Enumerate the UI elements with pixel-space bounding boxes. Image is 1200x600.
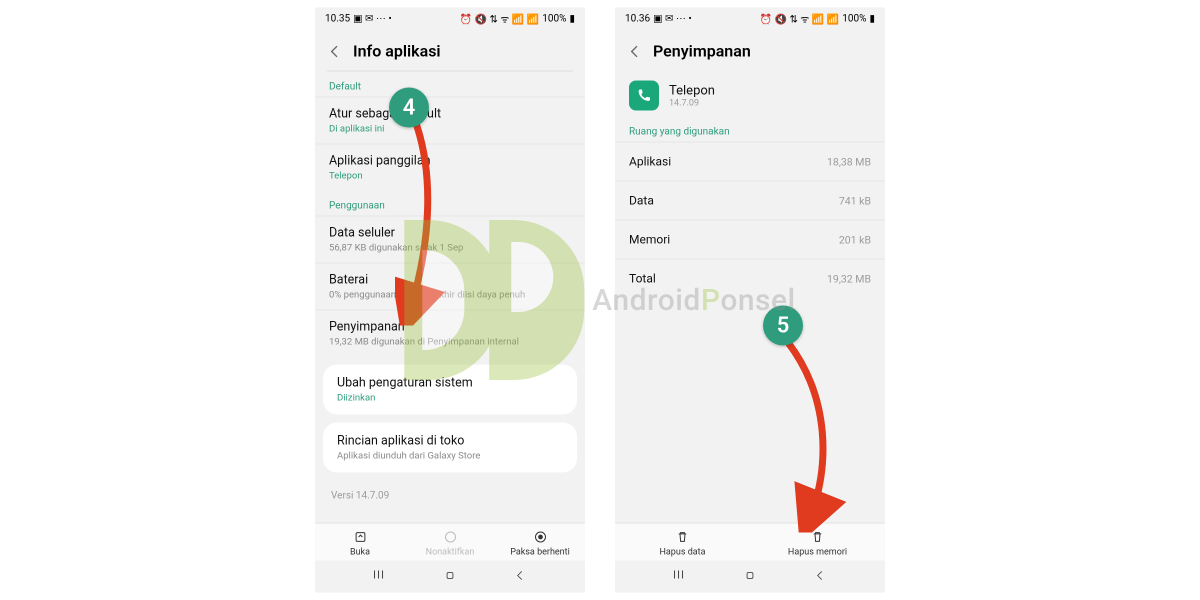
- action-bar: Buka Nonaktifkan Paksa berhenti: [315, 523, 585, 561]
- row-storage[interactable]: Penyimpanan 19,32 MB digunakan di Penyim…: [315, 310, 585, 357]
- nav-back-icon[interactable]: [813, 569, 827, 583]
- status-time: 10.35: [325, 13, 350, 24]
- nav-recents-icon[interactable]: III: [673, 569, 687, 583]
- status-notif-icons: ▣ ✉ ⋯ •: [653, 13, 692, 24]
- status-battery-pct: 100%: [542, 13, 566, 24]
- status-system-icons: ⏰ 🔇 ⇅ ᯤ 📶 📶: [460, 12, 540, 26]
- page-title: Info aplikasi: [353, 42, 441, 61]
- section-default: Default: [315, 72, 585, 97]
- phone-storage: 10.36 ▣ ✉ ⋯ • ⏰ 🔇 ⇅ ᯤ 📶 📶 100% ▮ Penyimp…: [615, 8, 885, 593]
- trash-icon: [810, 530, 825, 545]
- status-time: 10.36: [625, 13, 650, 24]
- section-space-used: Ruang yang digunakan: [615, 117, 885, 142]
- section-usage: Penggunaan: [315, 191, 585, 216]
- open-button[interactable]: Buka: [315, 530, 405, 558]
- status-bar: 10.35 ▣ ✉ ⋯ • ⏰ 🔇 ⇅ ᯤ 📶 📶 100% ▮: [315, 8, 585, 28]
- nav-bar: III: [315, 561, 585, 593]
- row-call-app[interactable]: Aplikasi panggilan Telepon: [315, 144, 585, 191]
- phone-app-icon: [629, 81, 659, 111]
- kv-total: Total19,32 MB: [615, 259, 885, 298]
- kv-cache: Memori201 kB: [615, 220, 885, 259]
- step-badge-4: 4: [389, 88, 429, 128]
- force-stop-button[interactable]: Paksa berhenti: [495, 530, 585, 558]
- row-battery[interactable]: Baterai 0% penggunaan sejak terakhir dii…: [315, 263, 585, 310]
- step-badge-5: 5: [763, 306, 803, 346]
- status-bar: 10.36 ▣ ✉ ⋯ • ⏰ 🔇 ⇅ ᯤ 📶 📶 100% ▮: [615, 8, 885, 28]
- nav-home-icon[interactable]: [743, 569, 757, 583]
- disable-icon: [443, 530, 458, 545]
- kv-app: Aplikasi18,38 MB: [615, 142, 885, 181]
- back-icon[interactable]: [327, 43, 343, 59]
- phone-app-info: 10.35 ▣ ✉ ⋯ • ⏰ 🔇 ⇅ ᯤ 📶 📶 100% ▮ Info ap…: [315, 8, 585, 593]
- row-mobile-data[interactable]: Data seluler 56,87 KB digunakan sejak 1 …: [315, 216, 585, 263]
- version-text: Versi 14.7.09: [315, 481, 585, 506]
- trash-icon: [675, 530, 690, 545]
- clear-cache-button[interactable]: Hapus memori: [750, 530, 885, 558]
- clear-data-button[interactable]: Hapus data: [615, 530, 750, 558]
- open-icon: [353, 530, 368, 545]
- status-notif-icons: ▣ ✉ ⋯ •: [353, 13, 392, 24]
- status-system-icons: ⏰ 🔇 ⇅ ᯤ 📶 📶: [760, 12, 840, 26]
- nav-recents-icon[interactable]: III: [373, 569, 387, 583]
- app-name: Telepon: [669, 83, 715, 98]
- kv-data: Data741 kB: [615, 181, 885, 220]
- status-battery-pct: 100%: [842, 13, 866, 24]
- back-icon[interactable]: [627, 43, 643, 59]
- app-version: 14.7.09: [669, 98, 715, 108]
- row-set-default[interactable]: Atur sebagai default Di aplikasi ini: [315, 97, 585, 144]
- card-system-settings[interactable]: Ubah pengaturan sistem Diizinkan: [323, 365, 577, 415]
- nav-home-icon[interactable]: [443, 569, 457, 583]
- action-bar: Hapus data Hapus memori: [615, 523, 885, 561]
- battery-icon: ▮: [869, 13, 875, 24]
- disable-button: Nonaktifkan: [405, 530, 495, 558]
- nav-back-icon[interactable]: [513, 569, 527, 583]
- nav-bar: III: [615, 561, 885, 593]
- card-store-details[interactable]: Rincian aplikasi di toko Aplikasi diundu…: [323, 423, 577, 473]
- page-title: Penyimpanan: [653, 42, 751, 61]
- battery-icon: ▮: [569, 13, 575, 24]
- force-stop-icon: [533, 530, 548, 545]
